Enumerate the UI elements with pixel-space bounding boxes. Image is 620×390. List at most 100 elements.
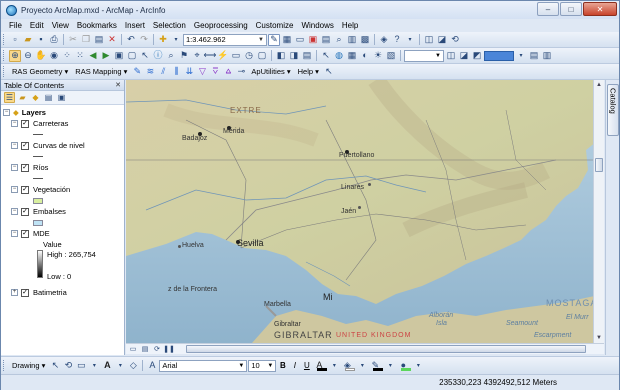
toolbar-grip[interactable] [3, 34, 6, 45]
find-icon[interactable]: ⌕ [165, 50, 177, 62]
table-icon[interactable]: ▦ [281, 34, 293, 46]
brightness-icon[interactable]: ☀ [372, 50, 384, 62]
dropdown-arrow-icon[interactable]: ▾ [170, 34, 182, 46]
elevation-ramp-symbol[interactable] [37, 250, 43, 278]
close-icon[interactable]: ✕ [115, 81, 124, 89]
scroll-thumb[interactable] [595, 158, 603, 172]
identify-icon[interactable]: ⓘ [152, 50, 164, 62]
toc-layer[interactable]: − ✓ Ríos [3, 162, 124, 173]
layer-swipe-icon[interactable]: ◫ [445, 50, 457, 62]
globe-icon[interactable]: ◍ [333, 50, 345, 62]
pause-drawing-icon[interactable]: ❚❚ [163, 345, 175, 354]
layer-properties-icon[interactable]: ▤ [301, 50, 313, 62]
map-vertical-scrollbar[interactable]: ▲ ▼ [593, 80, 604, 343]
time-slider-icon[interactable]: ◷ [243, 50, 255, 62]
map-view[interactable]: EXTRE Badajoz Mérida Puertollano Linares… [126, 80, 604, 343]
toc-layer[interactable]: − ✓ Embalses [3, 206, 124, 217]
rotate-icon[interactable]: ⟲ [449, 34, 461, 46]
zoom-in-icon[interactable]: ⊕ [9, 49, 21, 62]
rotate-icon[interactable]: ⟲ [62, 360, 74, 372]
open-icon[interactable]: ▰ [22, 34, 34, 46]
horizontal-scroll-thumb[interactable] [186, 345, 586, 353]
measure-icon[interactable]: ⟷ [204, 50, 217, 62]
print-icon[interactable]: ⎙ [48, 34, 60, 46]
effects-icon[interactable]: ◫ [423, 34, 435, 46]
dropdown-arrow-icon[interactable]: ▾ [114, 360, 126, 372]
ras-velocity-icon[interactable]: ⩠ [222, 66, 234, 78]
font-icon[interactable]: A [146, 360, 158, 372]
data-view-icon[interactable]: ▭ [128, 345, 138, 354]
layout-view-icon[interactable]: ▤ [140, 345, 150, 354]
fixed-zoom-in-icon[interactable]: ⁘ [61, 50, 73, 62]
cut-icon[interactable]: ✂ [67, 34, 79, 46]
menu-insert[interactable]: Insert [121, 21, 149, 30]
ras-bank-icon[interactable]: ⫼ [170, 66, 182, 78]
dropdown-arrow-icon[interactable]: ▾ [356, 360, 368, 372]
collapse-icon[interactable]: − [11, 120, 18, 127]
help-menu[interactable]: Help ▾ [295, 67, 322, 76]
find-route-icon[interactable]: ⚑ [178, 50, 190, 62]
goto-xy-icon[interactable]: ⌖ [191, 50, 203, 62]
scroll-up-icon[interactable]: ▲ [594, 80, 604, 90]
toc-layer[interactable]: − ✓ MDE [3, 228, 124, 239]
image-analysis-icon[interactable]: ▦ [346, 50, 358, 62]
graphics-pointer-icon[interactable]: ↖ [320, 50, 332, 62]
list-by-source-icon[interactable]: ▰ [17, 92, 28, 103]
dropdown-arrow-icon[interactable]: ▾ [328, 360, 340, 372]
ras-xs-icon[interactable]: ⫽ [157, 66, 169, 78]
minimize-button[interactable]: – [537, 2, 559, 16]
copy-icon[interactable]: ❐ [80, 34, 92, 46]
collapse-icon[interactable]: − [3, 109, 10, 116]
ras-edit-icon[interactable]: ✎ [131, 66, 143, 78]
reservoir-patch-symbol[interactable] [33, 219, 43, 226]
layer-visibility-checkbox[interactable]: ✓ [21, 185, 29, 194]
toc-layer[interactable]: − ✓ Vegetación [3, 184, 124, 195]
ras-flood-icon[interactable]: ▽ [196, 66, 208, 78]
zoom-out-icon[interactable]: ⊖ [22, 50, 34, 62]
new-icon[interactable]: ▫ [9, 34, 21, 46]
layer-flicker-icon[interactable]: ◪ [458, 50, 470, 62]
contrast-icon[interactable]: ◐ [359, 50, 371, 62]
toc-layer[interactable]: − ✓ Curvas de nivel [3, 140, 124, 151]
full-extent-icon[interactable]: ◉ [48, 50, 60, 62]
model-builder-icon[interactable]: ▥ [346, 34, 358, 46]
layer-visibility-checkbox[interactable]: ✓ [21, 288, 29, 297]
menu-selection[interactable]: Selection [149, 21, 190, 30]
layer-visibility-checkbox[interactable]: ✓ [21, 119, 29, 128]
layer-visibility-checkbox[interactable]: ✓ [21, 163, 29, 172]
line-symbol[interactable] [33, 156, 43, 157]
hyperlink-icon[interactable]: ⚡ [217, 50, 229, 62]
menu-geoprocessing[interactable]: Geoprocessing [190, 21, 252, 30]
go-back-icon[interactable]: ◀ [87, 50, 99, 62]
layer-combo[interactable]: ▼ [404, 49, 444, 62]
ras-flow-icon[interactable]: ⇊ [183, 66, 195, 78]
vegetation-patch-symbol[interactable] [33, 197, 43, 204]
dropdown-arrow-icon[interactable]: ▾ [88, 360, 100, 372]
menu-windows[interactable]: Windows [297, 21, 337, 30]
layout-icon[interactable]: ▭ [294, 34, 306, 46]
toolbar-grip[interactable] [3, 360, 6, 371]
menu-edit[interactable]: Edit [26, 21, 48, 30]
select-elements-icon[interactable]: ↖ [139, 50, 151, 62]
text-icon[interactable]: A [101, 360, 113, 372]
delete-icon[interactable]: ✕ [106, 34, 118, 46]
color-swatch[interactable] [484, 50, 514, 61]
collapse-icon[interactable]: − [11, 164, 18, 171]
effect-1-icon[interactable]: ▤ [528, 50, 540, 62]
ras-terrain-icon[interactable]: ⩢ [209, 66, 221, 78]
collapse-icon[interactable]: − [11, 186, 18, 193]
flicker-icon[interactable]: ◨ [288, 50, 300, 62]
ras-stream-icon[interactable]: ≋ [144, 66, 156, 78]
toolbar-grip[interactable] [3, 50, 6, 61]
line-symbol[interactable] [33, 134, 43, 135]
layer-adjust-icon[interactable]: ◩ [471, 50, 483, 62]
redo-icon[interactable]: ↷ [138, 34, 150, 46]
toolbar-grip[interactable] [3, 66, 6, 77]
menu-view[interactable]: View [48, 21, 73, 30]
ras-geometry-menu[interactable]: RAS Geometry ▾ [9, 67, 71, 76]
swipe-icon[interactable]: ◧ [275, 50, 287, 62]
pan-icon[interactable]: ✋ [35, 50, 47, 62]
maximize-button[interactable]: □ [560, 2, 582, 16]
select-elements-icon[interactable]: ↖ [49, 360, 61, 372]
collapse-icon[interactable]: − [11, 230, 18, 237]
